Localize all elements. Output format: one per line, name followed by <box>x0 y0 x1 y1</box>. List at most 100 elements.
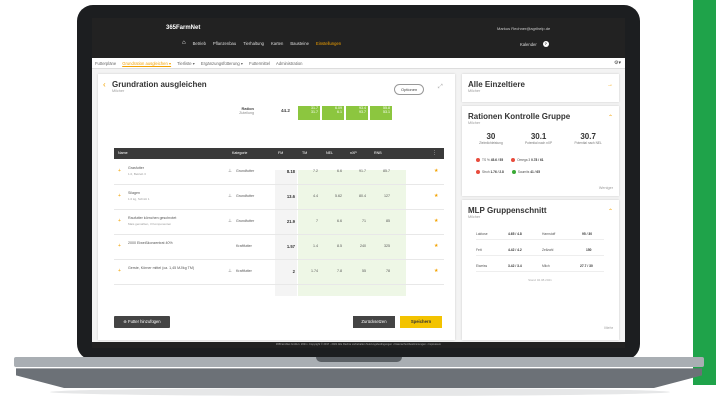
expand-icon[interactable]: ⤢ <box>438 84 443 91</box>
panel-title: MLP Gruppenschnitt <box>468 206 547 215</box>
table-header: Name Kategorie FM TM NEL nXP RNB ⋮ <box>114 148 444 159</box>
subnav-futterplaene[interactable]: Futterpläne <box>95 61 116 66</box>
indicator-row: TS % 45.6 / 55 Omega 3 0.78 / 61 <box>476 158 544 163</box>
indicator-value: 0.78 / 61 <box>531 158 544 162</box>
column-menu-icon[interactable]: ⋮ <box>432 150 437 156</box>
ration-nel-actual: 6.1 <box>337 110 342 115</box>
panel-subtitle: Milcher <box>468 121 481 125</box>
ration-card: ‹ Grundration ausgleichen Milcher Option… <box>98 74 455 340</box>
star-icon[interactable]: ★ <box>434 168 438 174</box>
chevron-up-icon[interactable]: ⌃ <box>608 114 613 121</box>
expand-row-icon[interactable]: + <box>118 193 121 199</box>
options-button[interactable]: Optionen <box>394 84 425 95</box>
help-icon[interactable]: ? <box>542 41 549 47</box>
more-link[interactable]: Mehr <box>604 326 613 330</box>
feed-tm: 4.4 <box>313 194 318 198</box>
expand-row-icon[interactable]: + <box>118 218 121 224</box>
brand-green-bar <box>693 0 716 385</box>
subnav-tierliste[interactable]: Tierliste ▾ <box>177 61 195 66</box>
indicator-stroh: Stroh 1.76 / 2.8 <box>476 170 504 175</box>
subnav-ergaenzung[interactable]: Ergänzungsfütterung ▾ <box>201 61 243 66</box>
star-icon[interactable]: ★ <box>434 218 438 224</box>
expand-row-icon[interactable]: + <box>118 268 121 274</box>
indicator-label: Omega 3 <box>517 158 531 162</box>
kpi-row: 30 Zielmilchleistung 30.1 Potential nach n… <box>468 132 613 145</box>
col-rnb[interactable]: RNB <box>374 151 382 155</box>
col-nxp[interactable]: nXP <box>350 151 357 155</box>
feed-fm[interactable]: 1.57 <box>275 244 295 249</box>
feed-tm: 7 <box>316 219 318 223</box>
col-name[interactable]: Name <box>118 151 128 155</box>
mlp-value: 27.7 / 30 <box>580 264 593 268</box>
ration-summary: Ration Zuteilung 44.2 31.7 31.7 6.09 6.1 9… <box>114 106 454 120</box>
nav-karten[interactable]: Karten <box>271 41 283 46</box>
feed-rnb: 78 <box>386 269 390 273</box>
mlp-row: Laktose 4.65 / 4.8 Harnstoff 95 / 30 <box>476 230 604 240</box>
subnav-administration[interactable]: Administration <box>276 61 303 66</box>
home-icon[interactable]: ⌂ <box>182 40 186 46</box>
col-fm[interactable]: FM <box>278 151 283 155</box>
expand-row-icon[interactable]: + <box>118 243 121 249</box>
feed-nxp: 91.7 <box>359 169 366 173</box>
table-row[interactable]: + 2000 Eiweißkonzentrat 40% Kraftfutter … <box>114 235 444 260</box>
user-email[interactable]: Markus Rechner@agrihelp.de <box>497 26 550 31</box>
less-link[interactable]: Weniger <box>599 186 613 190</box>
expand-row-icon[interactable]: + <box>118 168 121 174</box>
table-row[interactable]: + Gerste, Körner mittel (ca. 1,45 MJ/kg … <box>114 260 444 285</box>
ration-nxp-cell: 93.4 93.7 <box>346 106 368 120</box>
star-icon[interactable]: ★ <box>434 243 438 249</box>
subnav-futtermittel[interactable]: Futtermittel <box>249 61 270 66</box>
mlp-label: Fett <box>476 248 482 252</box>
table-row[interactable]: + Silagen 1.0 kg, Schnitt 1 ⊥ Grundfutte… <box>114 185 444 210</box>
nav-pflanzenbau[interactable]: Pflanzenbau <box>213 41 236 46</box>
indicator-omega: Omega 3 0.78 / 61 <box>511 158 544 163</box>
nav-bausteine[interactable]: Bausteine <box>290 41 309 46</box>
nav-tierhaltung[interactable]: Tierhaltung <box>243 41 264 46</box>
app-footer: 365FarmNet GmbH • 2021 • Copyright © 201… <box>92 342 625 348</box>
table-row[interactable]: + Grasfutter 1.0, Betrieb 3 ⊥ Grundfutte… <box>114 160 444 185</box>
delete-icon[interactable]: ⊥ <box>228 193 232 199</box>
nav-einstellungen[interactable]: Einstellungen <box>316 41 341 46</box>
col-nel[interactable]: NEL <box>326 151 333 155</box>
subnav-grundration[interactable]: Grundration ausgleichen ▾ <box>122 61 171 66</box>
mlp-value: 150 <box>586 248 592 252</box>
reset-button[interactable]: Zurücksetzen <box>353 316 395 328</box>
chevron-up-icon[interactable]: ⌃ <box>608 208 613 215</box>
table-row[interactable]: + Raufutter körnchen geschrotet Mais gem… <box>114 210 444 235</box>
gear-icon[interactable]: ⚙▾ <box>614 60 621 66</box>
star-icon[interactable]: ★ <box>434 268 438 274</box>
delete-icon[interactable]: ⊥ <box>228 168 232 174</box>
arrow-right-icon[interactable]: → <box>607 82 613 88</box>
feed-fm[interactable]: 8.18 <box>275 169 295 174</box>
app-logo[interactable]: 365FarmNet <box>166 25 200 31</box>
feed-fm[interactable]: 21.9 <box>275 219 295 224</box>
kpi-label: Zielmilchleistung <box>479 141 503 145</box>
kpi-value: 30 <box>486 132 496 141</box>
col-tm[interactable]: TM <box>302 151 307 155</box>
mlp-value: 4.42 / 4.2 <box>508 248 522 252</box>
col-kategorie[interactable]: Kategorie <box>232 151 247 155</box>
panel-einzeltiere[interactable]: Alle Einzeltiere Milcher → <box>462 74 619 102</box>
feed-fm[interactable]: 2 <box>275 269 295 274</box>
panel-kontrolle: Rationen Kontrolle Gruppe Milcher ⌃ 30 Zi… <box>462 106 619 196</box>
delete-icon[interactable]: ⊥ <box>228 218 232 224</box>
kalender-link[interactable]: Kalender <box>520 42 537 47</box>
feed-tm: 1.4 <box>313 244 318 248</box>
red-dot-icon <box>511 158 516 163</box>
back-arrow-icon[interactable]: ‹ <box>103 80 106 89</box>
kpi-value: 30.7 <box>580 132 596 141</box>
app-screen: 365FarmNet ⌂ Betrieb Pflanzenbau Tierhal… <box>92 18 625 348</box>
feed-fm[interactable]: 13.6 <box>275 194 295 199</box>
indicator-label: Saumits <box>517 170 530 174</box>
feed-name: 2000 Eiweißkonzentrat 40% <box>128 241 173 245</box>
save-button[interactable]: Speichern <box>400 316 442 328</box>
add-feed-button[interactable]: ⊕ Futter hinzufügen <box>114 316 170 328</box>
panel-mlp: MLP Gruppenschnitt Milcher ⌃ Laktose 4.6… <box>462 200 619 340</box>
star-icon[interactable]: ★ <box>434 193 438 199</box>
indicator-saumits: Saumits 41 / 65 <box>511 170 540 175</box>
card-subtitle: Milcher <box>112 89 125 93</box>
delete-icon[interactable]: ⊥ <box>228 268 232 274</box>
nav-betrieb[interactable]: Betrieb <box>193 41 206 46</box>
mlp-value: 95 / 30 <box>582 232 593 236</box>
mlp-row: Eiweiss 3.42 / 3.4 Milch 27.7 / 30 <box>476 262 604 272</box>
